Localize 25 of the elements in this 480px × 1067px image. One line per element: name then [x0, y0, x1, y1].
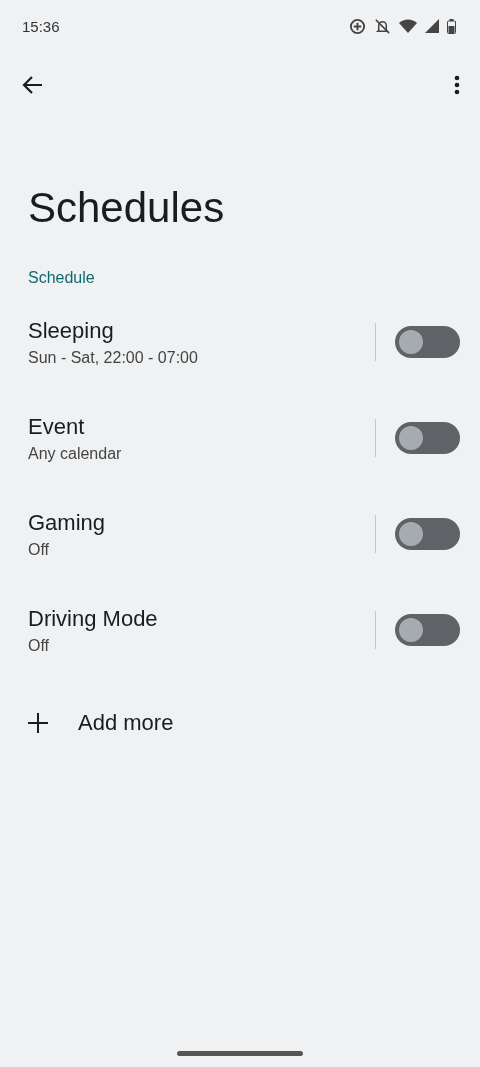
data-saver-icon	[349, 17, 366, 35]
schedule-name[interactable]: Driving Mode	[28, 605, 158, 632]
schedule-detail: Off	[28, 636, 50, 655]
wifi-icon	[399, 19, 417, 33]
schedule-detail: Any calendar	[28, 444, 122, 463]
signal-icon	[425, 19, 439, 33]
toggle-switch[interactable]	[395, 422, 460, 454]
toggle-switch[interactable]	[395, 518, 460, 550]
schedule-name[interactable]: Gaming	[28, 509, 106, 536]
schedule-name[interactable]: Event	[28, 413, 85, 440]
page-title: Schedules	[28, 184, 225, 232]
more-vert-icon	[454, 75, 460, 95]
schedule-detail: Sun - Sat, 22:00 - 07:00	[28, 348, 198, 367]
schedule-detail: Off	[28, 540, 50, 559]
muted-bell-icon	[374, 17, 391, 35]
add-more-button[interactable]: Add more	[0, 678, 202, 768]
plus-icon	[28, 713, 48, 733]
section-header: Schedule	[27, 268, 96, 288]
battery-icon	[447, 18, 456, 34]
toggle-switch[interactable]	[395, 326, 460, 358]
back-arrow-icon	[22, 74, 44, 96]
status-time: 15:36	[22, 17, 60, 35]
toggle-switch[interactable]	[395, 614, 460, 646]
gesture-handle[interactable]	[177, 1051, 303, 1056]
schedule-name[interactable]: Sleeping	[28, 317, 114, 344]
